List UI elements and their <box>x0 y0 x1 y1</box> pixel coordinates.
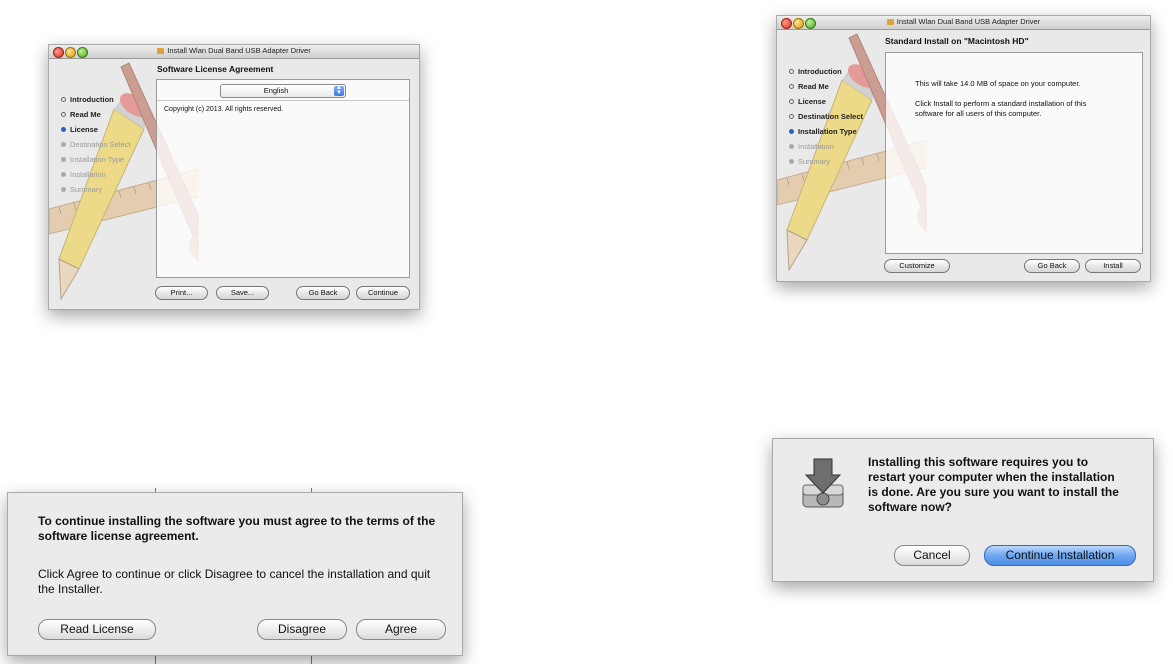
language-popup[interactable]: English ▲ ▼ <box>220 84 346 98</box>
license-text: Copyright (c) 2013. All rights reserved. <box>164 106 284 113</box>
step-destination-select: Destination Select <box>789 109 863 124</box>
step-read-me: Read Me <box>61 107 130 122</box>
restart-confirmation-sheet: Installing this software requires you to… <box>772 438 1154 582</box>
cancel-button[interactable]: Cancel <box>894 545 970 566</box>
license-text-panel[interactable]: English ▲ ▼ Copyright (c) 2013. All right… <box>156 79 410 278</box>
step-introduction: Introduction <box>789 64 863 79</box>
agree-message-bold: To continue installing the software you … <box>38 514 436 543</box>
step-license: License <box>61 122 130 137</box>
window-title: Install Wlan Dual Band USB Adapter Drive… <box>777 17 1150 26</box>
step-installation: Installation <box>789 139 863 154</box>
agree-message: Click Agree to continue or click Disagre… <box>38 567 431 596</box>
print-button[interactable]: Print... <box>155 286 208 300</box>
restart-message: Installing this software requires you to… <box>868 455 1119 514</box>
standard-install-text: Click Install to perform a standard inst… <box>915 99 1087 118</box>
install-info-panel: This will take 14.0 MB of space on your … <box>885 52 1143 254</box>
license-window: Install Wlan Dual Band USB Adapter Drive… <box>48 44 420 310</box>
title-bar: Install Wlan Dual Band USB Adapter Drive… <box>49 45 419 59</box>
step-summary: Summary <box>789 154 863 169</box>
license-agreement-sheet: To continue installing the software you … <box>7 492 463 656</box>
continue-button[interactable]: Continue <box>356 286 410 300</box>
popup-arrows-icon: ▲ ▼ <box>334 85 344 96</box>
package-icon <box>886 19 894 25</box>
step-installation: Installation <box>61 167 130 182</box>
install-steps-list: Introduction Read Me License Destination… <box>61 92 130 197</box>
agree-button[interactable]: Agree <box>356 619 446 640</box>
step-introduction: Introduction <box>61 92 130 107</box>
step-installation-type: Installation Type <box>61 152 130 167</box>
installer-disk-icon <box>802 458 844 508</box>
disagree-button[interactable]: Disagree <box>257 619 347 640</box>
step-installation-type: Installation Type <box>789 124 863 139</box>
read-license-button[interactable]: Read License <box>38 619 156 640</box>
step-license: License <box>789 94 863 109</box>
customize-button[interactable]: Customize <box>884 259 950 273</box>
title-bar: Install Wlan Dual Band USB Adapter Drive… <box>777 16 1150 30</box>
window-title: Install Wlan Dual Band USB Adapter Drive… <box>49 46 419 55</box>
install-steps-list: Introduction Read Me License Destination… <box>789 64 863 169</box>
install-button[interactable]: Install <box>1085 259 1141 273</box>
step-destination-select: Destination Select <box>61 137 130 152</box>
page-title: Software License Agreement <box>157 64 274 74</box>
package-icon <box>157 48 165 54</box>
page-title: Standard Install on "Macintosh HD" <box>885 36 1029 46</box>
step-summary: Summary <box>61 182 130 197</box>
space-required-text: This will take 14.0 MB of space on your … <box>915 79 1081 88</box>
go-back-button[interactable]: Go Back <box>1024 259 1080 273</box>
save-button[interactable]: Save... <box>216 286 269 300</box>
step-read-me: Read Me <box>789 79 863 94</box>
install-window: Install Wlan Dual Band USB Adapter Drive… <box>776 15 1151 282</box>
go-back-button[interactable]: Go Back <box>296 286 350 300</box>
continue-installation-button[interactable]: Continue Installation <box>984 545 1136 566</box>
